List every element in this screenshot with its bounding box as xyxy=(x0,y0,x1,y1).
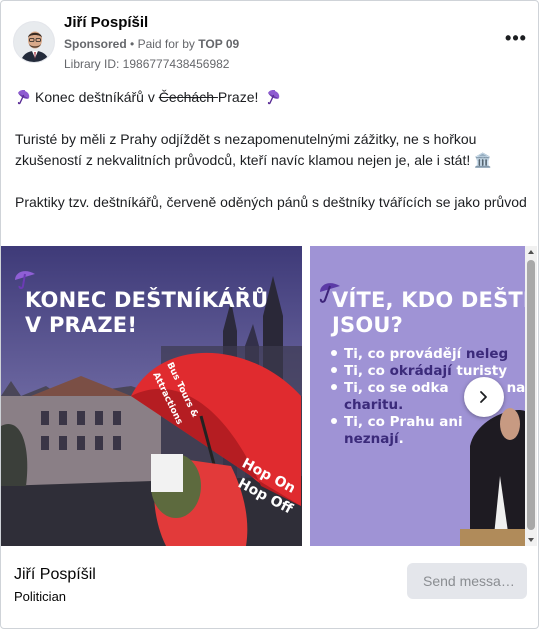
slide-2-headline-line-1: VÍTE, KDO DEŠTN xyxy=(332,288,525,312)
ad-header: Jiří Pospíšil Sponsored • Paid for by TO… xyxy=(13,13,528,71)
slide-2-bullet-1: Ti, co provádějí neleg xyxy=(331,346,525,363)
library-id: Library ID: 1986777438456982 xyxy=(64,57,230,71)
sponsor-line: Sponsored • Paid for by TOP 09 xyxy=(64,35,239,53)
separator-dot: • xyxy=(130,37,135,51)
body-paragraph-3: Praktiky tzv. deštníkářů, červeně oděnýc… xyxy=(15,194,527,210)
slide-1-headline: KONEC DEŠTNÍKÁŘŮ V PRAZE! xyxy=(25,288,268,338)
umbrella-icon xyxy=(17,90,30,105)
paid-for-by-label: Paid for by xyxy=(137,37,195,51)
avatar[interactable] xyxy=(13,21,55,63)
carousel-slide-1[interactable]: Bus Tours & Attractions Hop On Hop Off K… xyxy=(1,246,302,546)
scrollbar-thumb[interactable] xyxy=(527,260,535,530)
slide-2-bullet-4: Ti, co Prahu ani xyxy=(331,414,525,431)
more-options-button[interactable]: ••• xyxy=(504,29,528,51)
slide-2-bullet-2: Ti, co okrádají turisty xyxy=(331,363,525,380)
carousel-next-button[interactable] xyxy=(464,377,504,417)
slide-2-headline-line-2: JSOU? xyxy=(332,313,404,337)
body-paragraph-2: Turisté by měli z Prahy odjíždět s nezap… xyxy=(15,131,492,168)
send-message-button[interactable]: Send messa… xyxy=(407,563,527,599)
slide-1-headline-line-1: KONEC DEŠTNÍKÁŘŮ xyxy=(25,288,269,312)
chevron-right-icon xyxy=(480,391,487,403)
umbrella-icon xyxy=(268,90,280,105)
scroll-down-arrow-icon[interactable] xyxy=(527,536,535,544)
slide-2-headline: VÍTE, KDO DEŠTN JSOU? xyxy=(332,288,525,338)
author-name[interactable]: Jiří Pospíšil xyxy=(64,13,239,33)
paid-for-by-name: TOP 09 xyxy=(198,37,240,51)
body-line-1-start: Konec deštníkářů v xyxy=(35,89,159,105)
image-carousel[interactable]: Bus Tours & Attractions Hop On Hop Off K… xyxy=(1,246,525,546)
body-line-1: Konec deštníkářů v Čechách Praze! xyxy=(15,87,527,108)
slide-2-bullet-4-cont: neznají. xyxy=(344,431,404,447)
sponsored-label: Sponsored xyxy=(64,37,127,51)
scrollbar[interactable] xyxy=(525,246,537,546)
body-line-1-strike: Čechách xyxy=(158,89,218,105)
body-line-1-end: Praze! xyxy=(217,89,259,105)
ad-meta: Jiří Pospíšil Sponsored • Paid for by TO… xyxy=(64,13,239,73)
slide-1-headline-line-2: V PRAZE! xyxy=(25,313,138,337)
ad-footer: Jiří Pospíšil Politician Send messa… xyxy=(1,546,538,628)
ad-card: Jiří Pospíšil Sponsored • Paid for by TO… xyxy=(0,0,539,629)
avatar-portrait-icon xyxy=(14,22,54,62)
footer-page-name[interactable]: Jiří Pospíšil xyxy=(14,566,96,584)
scroll-up-arrow-icon[interactable] xyxy=(527,248,535,256)
ad-body-text: Konec deštníkářů v Čechách Praze! Turist… xyxy=(15,87,527,213)
footer-page-category: Politician xyxy=(14,589,67,604)
